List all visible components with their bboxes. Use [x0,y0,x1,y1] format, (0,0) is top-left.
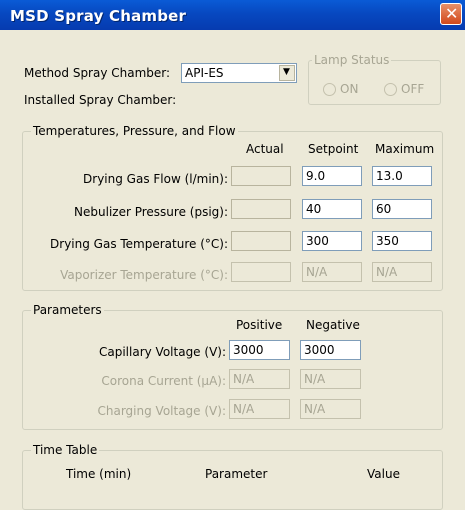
lamp-on-label: ON [340,82,359,96]
window-title: MSD Spray Chamber [10,7,187,25]
drying-gas-flow-maximum[interactable]: 13.0 [372,166,432,186]
method-spray-chamber-label: Method Spray Chamber: [24,66,171,80]
capillary-voltage-negative[interactable]: 3000 [300,340,361,360]
col-value: Value [367,467,400,481]
drying-gas-flow-label: Drying Gas Flow (l/min): [83,172,228,186]
title-bar: MSD Spray Chamber ✕ [0,0,465,30]
nebulizer-pressure-setpoint[interactable]: 40 [302,199,362,219]
charging-voltage-negative: N/A [300,399,361,419]
close-button[interactable]: ✕ [440,3,462,25]
col-actual: Actual [246,142,284,156]
vaporizer-temperature-label: Vaporizer Temperature (°C): [60,268,228,282]
drying-gas-temperature-maximum[interactable]: 350 [372,231,432,251]
method-spray-chamber-select[interactable]: API-ES ▼ [181,63,297,83]
col-time: Time (min) [66,467,132,481]
corona-current-label: Corona Current (µA): [101,374,226,388]
capillary-voltage-label: Capillary Voltage (V): [99,345,226,359]
lamp-on-radio[interactable] [323,83,336,96]
col-negative: Negative [306,318,360,332]
drying-gas-temperature-setpoint[interactable]: 300 [302,231,362,251]
parameters-title: Parameters [31,303,104,317]
installed-spray-chamber-label: Installed Spray Chamber: [24,93,177,107]
tpf-title: Temperatures, Pressure, and Flow [31,124,238,138]
col-setpoint: Setpoint [308,142,359,156]
charging-voltage-positive: N/A [229,399,290,419]
corona-current-positive: N/A [229,369,290,389]
time-table-title: Time Table [31,443,100,457]
capillary-voltage-positive[interactable]: 3000 [229,340,290,360]
lamp-off-label: OFF [401,82,425,96]
vaporizer-temperature-setpoint: N/A [302,262,362,282]
drying-gas-temperature-actual [231,231,291,251]
vaporizer-temperature-actual [231,262,291,282]
vaporizer-temperature-maximum: N/A [372,262,432,282]
corona-current-negative: N/A [300,369,361,389]
col-parameter: Parameter [205,467,268,481]
lamp-status-title: Lamp Status [312,53,392,67]
nebulizer-pressure-label: Nebulizer Pressure (psig): [74,205,228,219]
drying-gas-flow-actual [231,166,291,186]
nebulizer-pressure-actual [231,199,291,219]
drying-gas-flow-setpoint[interactable]: 9.0 [302,166,362,186]
close-icon: ✕ [445,4,459,23]
drying-gas-temperature-label: Drying Gas Temperature (°C): [50,237,228,251]
col-positive: Positive [236,318,283,332]
col-maximum: Maximum [375,142,435,156]
chevron-down-icon: ▼ [283,67,290,77]
method-spray-chamber-value: API-ES [185,66,224,80]
nebulizer-pressure-maximum[interactable]: 60 [372,199,432,219]
dropdown-button[interactable]: ▼ [279,65,295,81]
lamp-off-radio[interactable] [384,83,397,96]
charging-voltage-label: Charging Voltage (V): [97,404,227,418]
